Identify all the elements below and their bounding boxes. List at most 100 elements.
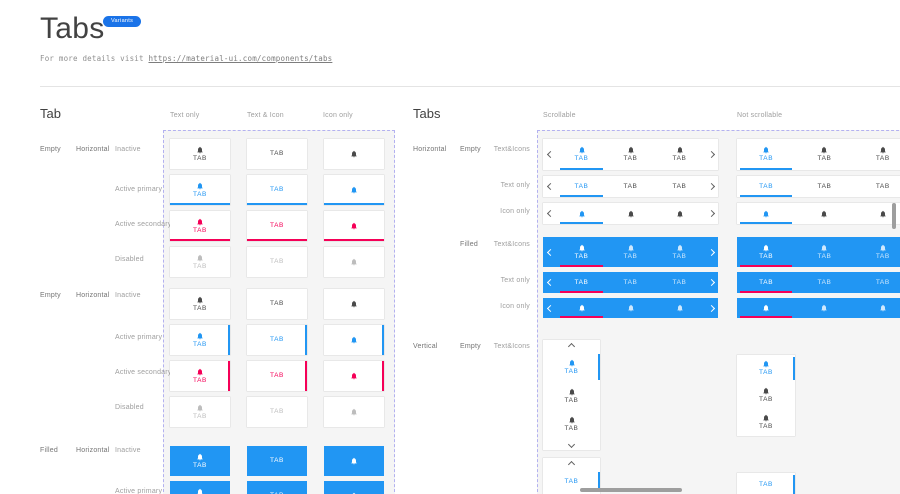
tab-active[interactable] <box>737 298 795 318</box>
scroll-right-button[interactable] <box>704 203 718 224</box>
state-label-inactive: Inactive <box>115 447 141 454</box>
tab[interactable]: TAB <box>854 272 900 293</box>
row-label-icon-only: Icon only <box>464 208 530 215</box>
vertical-scrollbar-thumb[interactable] <box>892 203 896 229</box>
tab-cell-filled[interactable]: TAB <box>247 481 307 494</box>
tab[interactable]: TAB <box>854 176 900 197</box>
tab-cell[interactable] <box>324 289 384 319</box>
scroll-left-button[interactable] <box>543 176 557 197</box>
scroll-left-button[interactable] <box>543 139 557 170</box>
tab-cell[interactable] <box>324 139 384 169</box>
tab-cell-filled[interactable]: TAB <box>170 446 230 476</box>
tab[interactable]: TAB <box>655 176 704 197</box>
scroll-up-button[interactable] <box>543 340 600 352</box>
tab[interactable]: TAB <box>655 272 704 293</box>
tab-active[interactable]: TAB <box>737 237 795 267</box>
tab-cell-active-secondary[interactable]: TAB <box>247 211 307 241</box>
tab[interactable]: TAB <box>655 139 704 170</box>
scroll-right-button[interactable] <box>704 237 718 267</box>
tab[interactable] <box>655 203 704 224</box>
tab[interactable] <box>606 298 655 318</box>
tab-active[interactable]: TAB <box>557 272 606 293</box>
tab[interactable]: TAB <box>795 176 853 197</box>
tab-cell[interactable]: TAB <box>247 139 307 169</box>
chevron-left-icon <box>546 279 553 286</box>
tab-cell-active-primary[interactable] <box>324 175 384 205</box>
tab-cell-active-primary[interactable] <box>324 325 384 355</box>
tab-cell-active-secondary[interactable]: TAB <box>170 361 230 391</box>
tab-cell-filled[interactable]: TAB <box>170 481 230 494</box>
tab-active[interactable]: TAB <box>557 237 606 267</box>
tab-active[interactable]: TAB <box>737 473 795 494</box>
tab-active[interactable] <box>557 298 606 318</box>
material-ui-link[interactable]: https://material-ui.com/components/tabs <box>148 54 332 63</box>
tab-active[interactable] <box>557 203 606 224</box>
scroll-right-button[interactable] <box>704 298 718 318</box>
tab[interactable]: TAB <box>606 176 655 197</box>
tab-active[interactable]: TAB <box>737 272 795 293</box>
tab-cell-active-primary[interactable]: TAB <box>170 175 230 205</box>
tab-grid-filled-horizontal: TAB TAB TAB TAB <box>170 446 384 494</box>
tab[interactable]: TAB <box>606 237 655 267</box>
bell-icon <box>676 304 684 312</box>
tab[interactable]: TAB <box>854 139 900 170</box>
tab-cell[interactable]: TAB <box>170 139 230 169</box>
tab-active[interactable]: TAB <box>543 352 600 382</box>
scroll-left-button[interactable] <box>543 298 557 318</box>
scroll-right-button[interactable] <box>704 139 718 170</box>
scroll-left-button[interactable] <box>543 203 557 224</box>
header-divider <box>40 86 900 87</box>
tab[interactable]: TAB <box>854 237 900 267</box>
tab[interactable]: TAB <box>655 237 704 267</box>
tab-cell-active-secondary[interactable] <box>324 361 384 391</box>
tab[interactable]: TAB <box>737 409 795 436</box>
tab[interactable] <box>655 298 704 318</box>
scroll-left-button[interactable] <box>543 272 557 293</box>
tab-cell-disabled: TAB <box>247 247 307 277</box>
tab-active[interactable]: TAB <box>737 176 795 197</box>
tab[interactable]: TAB <box>606 139 655 170</box>
tab[interactable]: TAB <box>606 272 655 293</box>
state-label-active-secondary: Active secondary <box>115 221 172 228</box>
scroll-right-button[interactable] <box>704 272 718 293</box>
chevron-up-icon <box>568 342 575 349</box>
tab-cell-disabled <box>324 397 384 427</box>
scroll-right-button[interactable] <box>704 176 718 197</box>
tab[interactable] <box>795 298 853 318</box>
scroll-up-button[interactable] <box>543 458 600 470</box>
tab-cell-active-secondary[interactable]: TAB <box>170 211 230 241</box>
tab[interactable] <box>854 298 900 318</box>
tab-cell[interactable]: TAB <box>247 289 307 319</box>
bell-icon <box>762 387 770 395</box>
tab-cell[interactable]: TAB <box>170 289 230 319</box>
tab-cell-active-primary[interactable]: TAB <box>247 325 307 355</box>
tab-cell-active-primary[interactable]: TAB <box>247 175 307 205</box>
tab-active[interactable]: TAB <box>737 139 795 170</box>
tab-active[interactable]: TAB <box>737 355 795 382</box>
tab-cell-filled[interactable] <box>324 481 384 494</box>
tab-label: TAB <box>193 377 207 385</box>
tab-active[interactable] <box>737 203 795 224</box>
variants-badge: Variants <box>103 16 141 27</box>
tab[interactable]: TAB <box>737 382 795 409</box>
horizontal-scrollbar-thumb[interactable] <box>580 488 682 492</box>
tab[interactable] <box>606 203 655 224</box>
tab-cell-filled[interactable] <box>324 446 384 476</box>
tab[interactable]: TAB <box>543 382 600 410</box>
tab[interactable]: TAB <box>543 410 600 438</box>
tab-cell-filled[interactable]: TAB <box>247 446 307 476</box>
tab-cell-active-primary[interactable]: TAB <box>170 325 230 355</box>
tab[interactable]: TAB <box>795 237 853 267</box>
scroll-left-button[interactable] <box>543 237 557 267</box>
scroll-down-button[interactable] <box>543 438 600 450</box>
section-title-tabs: Tabs <box>413 106 440 121</box>
chevron-right-icon <box>707 183 714 190</box>
tab-active[interactable]: TAB <box>557 176 606 197</box>
section-title-tab: Tab <box>40 106 61 121</box>
tab[interactable] <box>795 203 853 224</box>
tab[interactable]: TAB <box>795 272 853 293</box>
tab-cell-active-secondary[interactable]: TAB <box>247 361 307 391</box>
tab[interactable]: TAB <box>795 139 853 170</box>
tab-active[interactable]: TAB <box>557 139 606 170</box>
tab-cell-active-secondary[interactable] <box>324 211 384 241</box>
